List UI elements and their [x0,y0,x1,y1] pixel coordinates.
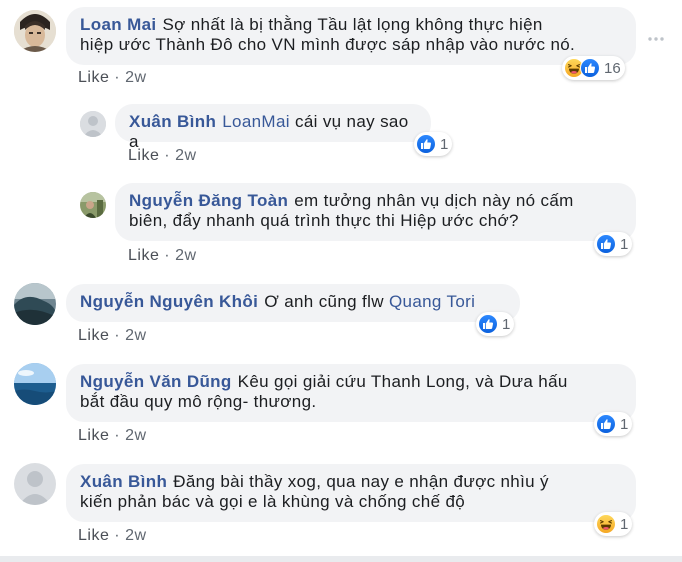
timestamp[interactable]: 2w [125,527,146,544]
like-icon [580,58,600,78]
reaction-count: 1 [502,315,511,333]
comment-bubble: Loan Mai Sợ nhất là bị thằng Tầu lật lọng… [66,7,636,65]
haha-icon [596,514,616,534]
avatar[interactable] [14,463,56,505]
comment-actions: Like · 2w [78,327,147,344]
author-name[interactable]: Xuân Bình [80,472,167,491]
like-icon [478,314,498,334]
reaction-summary[interactable]: 1 [594,512,633,536]
comment-bubble: Xuân Bình LoanMai cái vụ nay sao a [115,104,431,151]
like-link[interactable]: Like [78,427,109,444]
ellipsis-icon[interactable] [648,27,664,47]
like-link[interactable]: Like [78,327,109,344]
reaction-count: 1 [620,235,629,253]
comment-actions: Like · 2w [128,147,197,164]
comment-text: Ơ anh cũng flw [264,292,389,311]
mention-link[interactable]: LoanMai [222,112,290,131]
comment-actions: Like · 2w [78,69,147,86]
comment-bubble: Xuân Bình Đăng bài thầy xog, qua nay e nh… [66,464,636,522]
mention-link[interactable]: Quang Tori [389,292,475,311]
like-icon [596,414,616,434]
comment-text: Sợ nhất là bị thằng Tầu lật lọng không t… [162,15,543,34]
avatar[interactable] [14,10,56,52]
reaction-count: 1 [620,415,629,433]
comment-actions: Like · 2w [78,427,147,444]
author-name[interactable]: Nguyễn Đăng Toàn [129,191,288,210]
reaction-count: 1 [620,515,629,533]
reaction-summary[interactable]: 1 [594,412,633,436]
comment-text: biên, đẩy nhanh quá trình thực thi Hiệp … [129,211,519,230]
comment-text: bắt đầu quy mô rộng- thương. [80,392,317,411]
divider [0,556,682,562]
timestamp[interactable]: 2w [175,147,196,164]
reaction-summary[interactable]: 16 [562,56,625,80]
reaction-count: 1 [440,135,449,153]
author-name[interactable]: Nguyễn Nguyên Khôi [80,292,258,311]
reaction-summary[interactable]: 1 [594,232,633,256]
like-icon [596,234,616,254]
timestamp[interactable]: 2w [125,427,146,444]
comment-text: Đăng bài thầy xog, qua nay e nhận được n… [173,472,549,491]
timestamp[interactable]: 2w [125,69,146,86]
reaction-count: 16 [604,59,621,77]
comment-text: em tưởng nhân vụ dịch này nó cấm [294,191,574,210]
author-name[interactable]: Xuân Bình [129,112,216,131]
timestamp[interactable]: 2w [125,327,146,344]
like-icon [416,134,436,154]
comment-actions: Like · 2w [128,247,197,264]
author-name[interactable]: Nguyễn Văn Dũng [80,372,232,391]
comment-text: Kêu gọi giải cứu Thanh Long, và Dưa hấu [237,372,568,391]
like-link[interactable]: Like [78,69,109,86]
comment-bubble: Nguyễn Đăng Toàn em tưởng nhân vụ dịch nà… [115,183,636,241]
avatar[interactable] [80,111,106,137]
timestamp[interactable]: 2w [175,247,196,264]
comment-actions: Like · 2w [78,527,147,544]
avatar[interactable] [80,192,106,218]
author-name[interactable]: Loan Mai [80,15,156,34]
avatar[interactable] [14,283,56,325]
comment-text: kiến phản bác và gọi e là khùng và chống… [80,492,466,511]
avatar[interactable] [14,363,56,405]
like-link[interactable]: Like [78,527,109,544]
comment-bubble: Nguyễn Văn Dũng Kêu gọi giải cứu Thanh Lo… [66,364,636,422]
like-link[interactable]: Like [128,147,159,164]
reaction-summary[interactable]: 1 [476,312,515,336]
comment-text: hiệp ước Thành Đô cho VN mình được sáp n… [80,35,576,54]
comment-bubble: Nguyễn Nguyên Khôi Ơ anh cũng flw Quang T… [66,284,520,322]
like-link[interactable]: Like [128,247,159,264]
reaction-summary[interactable]: 1 [414,132,453,156]
